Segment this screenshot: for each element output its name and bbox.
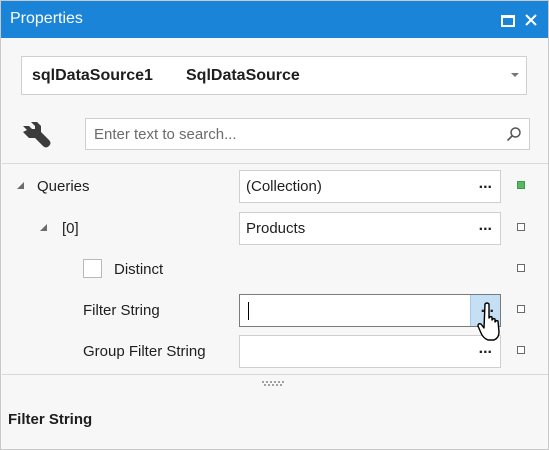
ellipsis-button[interactable]: ... bbox=[479, 175, 492, 193]
ellipsis-button[interactable]: ... bbox=[479, 217, 492, 235]
property-row-distinct[interactable]: Distinct bbox=[1, 250, 548, 290]
property-label: [0] bbox=[62, 220, 79, 237]
default-marker-icon[interactable] bbox=[517, 346, 525, 354]
property-value: (Collection) bbox=[246, 178, 322, 195]
property-value-field[interactable]: ... bbox=[239, 335, 501, 368]
expanded-arrow-icon[interactable] bbox=[40, 224, 47, 231]
property-row-query-0[interactable]: [0] Products ... bbox=[1, 209, 548, 249]
property-label: Filter String bbox=[83, 302, 160, 319]
expanded-arrow-icon[interactable] bbox=[17, 182, 24, 189]
modified-marker-icon[interactable] bbox=[517, 181, 525, 189]
search-icon[interactable] bbox=[506, 126, 522, 142]
property-value: Products bbox=[246, 220, 306, 237]
object-selector-dropdown[interactable]: sqlDataSource1 SqlDataSource bbox=[21, 56, 527, 95]
window-title: Properties bbox=[10, 10, 83, 27]
property-value-field[interactable]: Products ... bbox=[239, 212, 501, 245]
default-marker-icon[interactable] bbox=[517, 223, 525, 231]
property-label: Distinct bbox=[114, 261, 164, 278]
filter-string-input[interactable]: ... bbox=[239, 294, 501, 327]
text-caret bbox=[248, 302, 249, 320]
property-label: Group Filter String bbox=[83, 343, 206, 360]
separator bbox=[2, 163, 548, 164]
separator bbox=[2, 374, 548, 375]
maximize-icon[interactable] bbox=[499, 12, 515, 28]
property-label: Queries bbox=[37, 178, 90, 195]
property-row-filter-string[interactable]: Filter String ... bbox=[1, 291, 548, 331]
property-row-group-filter-string[interactable]: Group Filter String ... bbox=[1, 332, 548, 372]
distinct-checkbox[interactable] bbox=[83, 259, 102, 278]
property-value-field[interactable]: (Collection) ... bbox=[239, 170, 501, 203]
properties-window: Properties sqlDataSource1 SqlDataSource … bbox=[0, 0, 549, 450]
object-type: SqlDataSource bbox=[186, 67, 300, 84]
description-title: Filter String bbox=[8, 411, 93, 428]
object-name: sqlDataSource1 bbox=[32, 67, 153, 84]
close-icon[interactable] bbox=[523, 12, 539, 28]
chevron-down-icon bbox=[511, 73, 519, 77]
search-input[interactable] bbox=[94, 124, 494, 144]
wrench-icon[interactable] bbox=[19, 120, 55, 150]
title-bar: Properties bbox=[1, 1, 548, 38]
mouse-pointer-icon bbox=[477, 302, 500, 341]
search-box[interactable] bbox=[85, 118, 530, 150]
default-marker-icon[interactable] bbox=[517, 305, 525, 313]
description-panel: Filter String bbox=[1, 390, 548, 449]
property-row-queries[interactable]: Queries (Collection) ... bbox=[1, 167, 548, 207]
default-marker-icon[interactable] bbox=[517, 264, 525, 272]
splitter-grip-icon[interactable] bbox=[261, 380, 285, 388]
